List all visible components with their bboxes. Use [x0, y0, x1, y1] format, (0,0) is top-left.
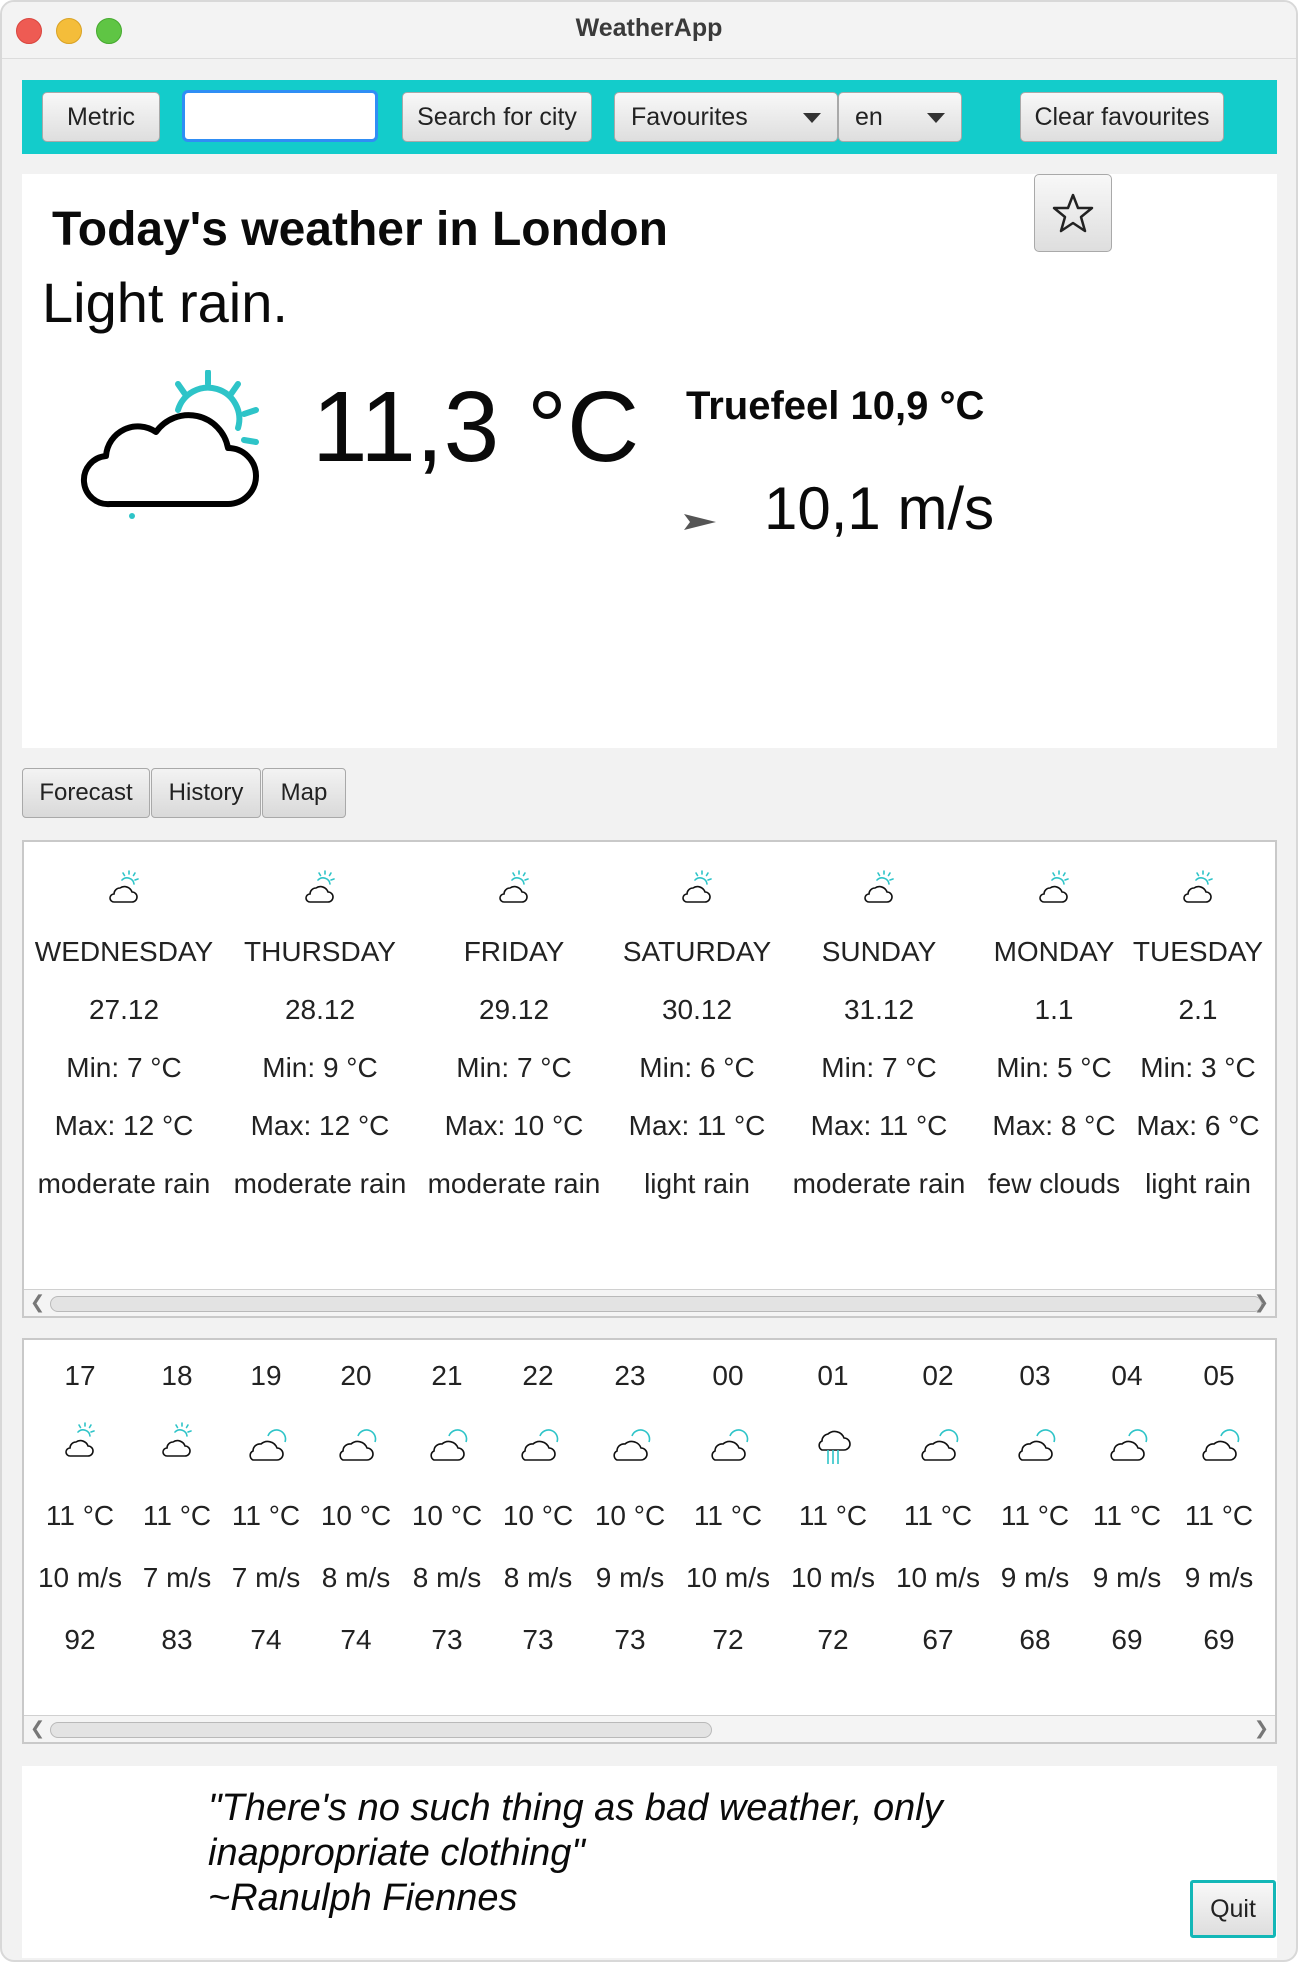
cloud-sun-icon [65, 1422, 95, 1457]
cloud-sun-icon [430, 1429, 468, 1461]
city-search-input[interactable] [182, 90, 378, 142]
quit-button[interactable]: Quit [1190, 1880, 1276, 1938]
scrollbar-thumb[interactable] [50, 1296, 1262, 1312]
cloud-sun-icon [682, 870, 712, 903]
add-favourite-button[interactable] [1034, 174, 1112, 252]
title-bar: WeatherApp [2, 2, 1296, 59]
favourites-dropdown-label: Favourites [631, 102, 748, 131]
scroll-right-icon[interactable]: ❯ [1254, 1718, 1269, 1739]
cloud-sun-icon [1018, 1429, 1056, 1461]
daily-forecast-pane[interactable]: WEDNESDAY 27.12 Min: 7 °C Max: 12 °C moder… [22, 840, 1277, 1318]
language-dropdown-value: en [855, 102, 883, 131]
weather-description: Light rain. [42, 271, 288, 334]
scroll-left-icon[interactable]: ❮ [30, 1292, 45, 1313]
cloud-sun-icon [162, 1422, 192, 1457]
cloud-rain-icon [818, 1430, 851, 1465]
language-dropdown[interactable]: en [838, 92, 962, 142]
truefeel-temperature: Truefeel 10,9 °C [686, 384, 985, 428]
weather-quote: "There's no such thing as bad weather, o… [208, 1786, 1048, 1921]
cloud-sun-icon [1039, 870, 1069, 903]
wind-speed: 10,1 m/s [764, 475, 995, 542]
cloud-sun-icon [521, 1429, 559, 1461]
cloud-sun-icon [499, 870, 529, 903]
tab-history[interactable]: History [151, 768, 261, 818]
star-icon [1052, 193, 1094, 233]
clear-favourites-button[interactable]: Clear favourites [1020, 92, 1224, 142]
cloud-sun-icon [921, 1429, 959, 1461]
cloud-sun-icon [711, 1429, 749, 1461]
scroll-right-icon[interactable]: ❯ [1254, 1292, 1269, 1313]
page-title: Today's weather in London [52, 203, 668, 256]
units-button[interactable]: Metric [42, 92, 160, 142]
search-city-button[interactable]: Search for city [402, 92, 592, 142]
tab-forecast[interactable]: Forecast [22, 768, 150, 818]
quote-author: ~Ranulph Fiennes [208, 1877, 518, 1919]
chevron-down-icon [803, 113, 821, 123]
hourly-horizontal-scrollbar[interactable]: ❮ ❯ [24, 1715, 1275, 1742]
cloud-sun-rain-icon [80, 370, 259, 519]
scrollbar-thumb[interactable] [50, 1722, 712, 1738]
cloud-sun-icon [305, 870, 335, 903]
app-window: WeatherApp Metric Search for city Favour… [0, 0, 1298, 1962]
cloud-sun-icon [1110, 1429, 1148, 1461]
wind-direction-icon [684, 514, 716, 530]
cloud-sun-icon [339, 1429, 377, 1461]
current-weather-panel: Today's weather in London Light rain. 11… [22, 174, 1277, 748]
quote-line: inappropriate clothing" [208, 1832, 585, 1874]
cloud-sun-icon [613, 1429, 651, 1461]
toolbar: Metric Search for city Favourites en Cle… [22, 80, 1277, 154]
favourites-dropdown[interactable]: Favourites [614, 92, 838, 142]
quote-line: "There's no such thing as bad weather, o… [208, 1787, 943, 1829]
hourly-forecast-pane[interactable]: 17 11 °C 10 m/s 92 18 11 °C 7 m/s 83 19 11 °… [22, 1338, 1277, 1744]
cloud-sun-icon [864, 870, 894, 903]
chevron-down-icon [927, 113, 945, 123]
daily-horizontal-scrollbar[interactable]: ❮ ❯ [24, 1289, 1275, 1316]
cloud-sun-icon [1183, 870, 1213, 903]
quote-panel: "There's no such thing as bad weather, o… [22, 1766, 1277, 1958]
scroll-left-icon[interactable]: ❮ [30, 1718, 45, 1739]
tab-map[interactable]: Map [262, 768, 346, 818]
cloud-sun-icon [249, 1429, 287, 1461]
window-title: WeatherApp [575, 14, 723, 42]
current-temperature: 11,3 °C [312, 371, 640, 483]
cloud-sun-icon [109, 870, 139, 903]
cloud-sun-icon [1202, 1429, 1240, 1461]
